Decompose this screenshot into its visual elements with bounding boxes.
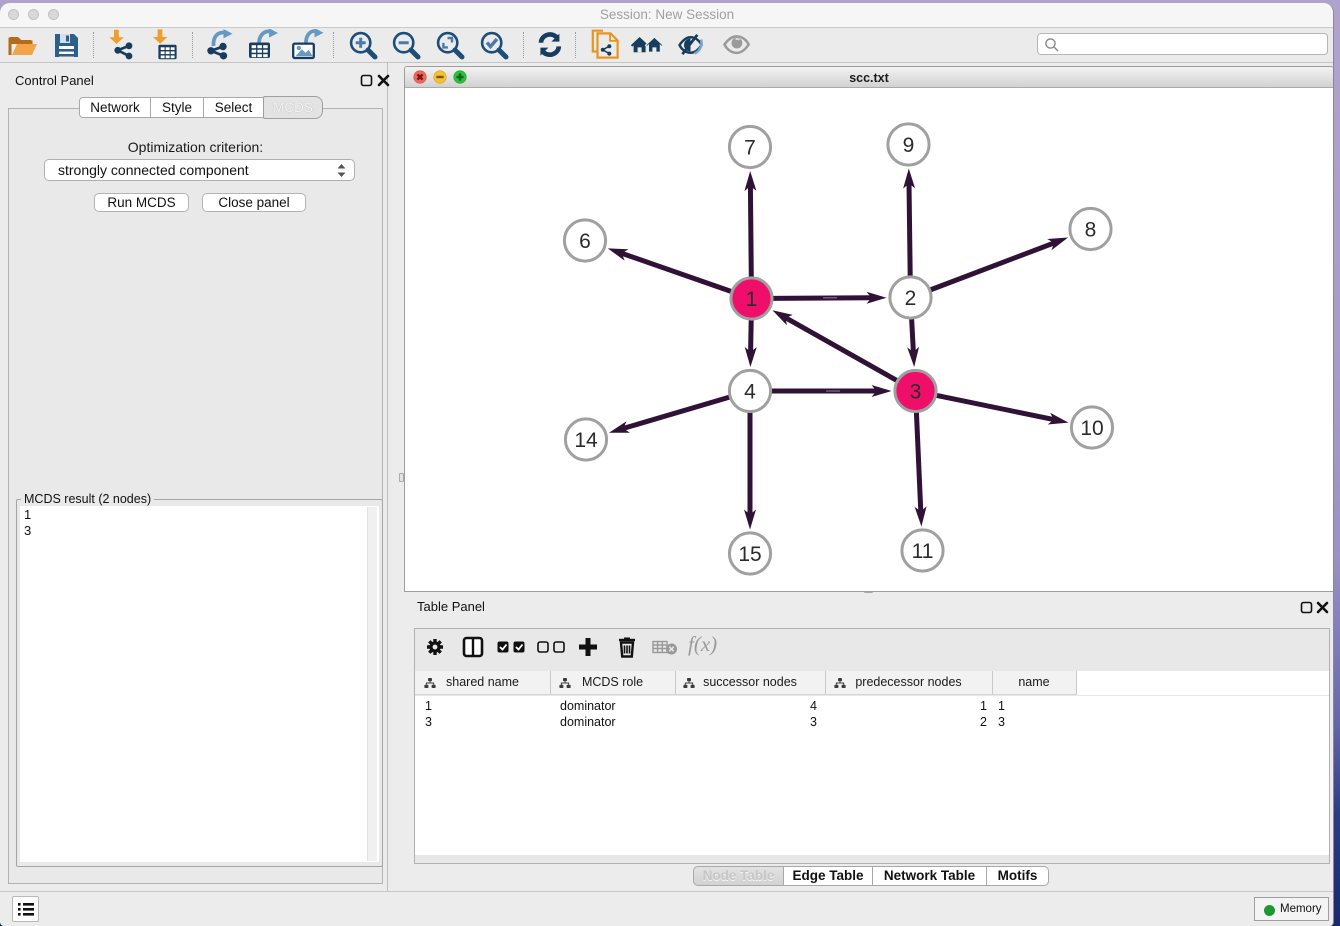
svg-text:4: 4: [744, 381, 756, 404]
svg-text:14: 14: [574, 429, 598, 452]
svg-text:1: 1: [746, 288, 758, 311]
svg-text:10: 10: [1080, 417, 1103, 440]
svg-text:15: 15: [738, 543, 761, 566]
svg-text:2: 2: [905, 287, 917, 310]
svg-text:7: 7: [744, 137, 756, 160]
svg-text:6: 6: [579, 230, 591, 253]
svg-text:8: 8: [1085, 219, 1097, 242]
svg-text:3: 3: [910, 381, 922, 404]
svg-text:11: 11: [912, 540, 934, 563]
svg-text:9: 9: [903, 134, 915, 157]
